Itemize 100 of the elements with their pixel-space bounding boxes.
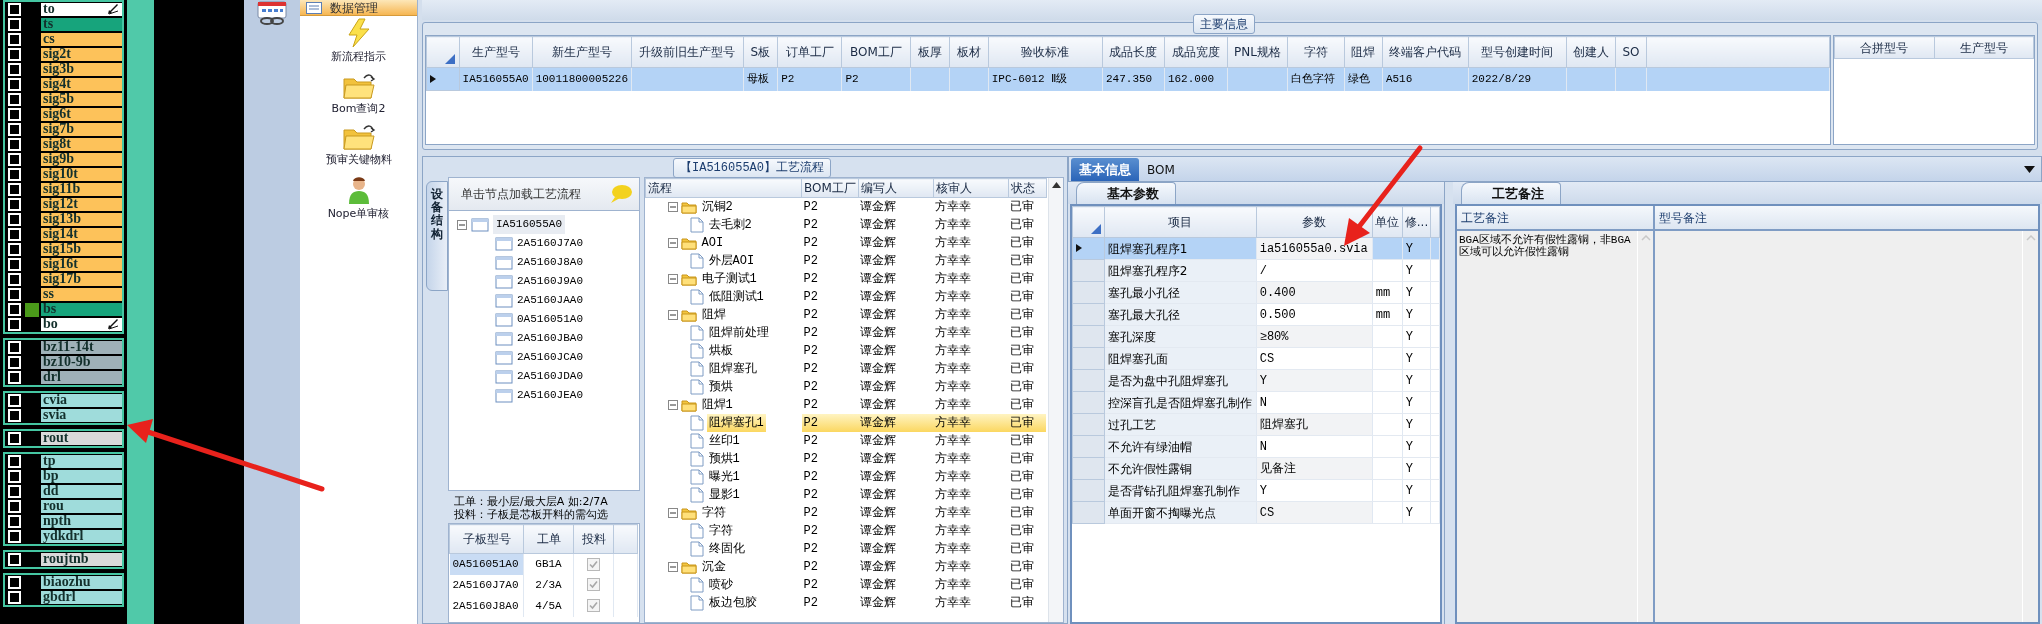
- collapse-icon[interactable]: [667, 238, 678, 248]
- tree-node[interactable]: 显影1: [706, 486, 742, 504]
- layer-checkbox[interactable]: [8, 18, 21, 31]
- tree-node[interactable]: 阻焊塞孔: [706, 360, 759, 378]
- layer-checkbox[interactable]: [8, 371, 21, 384]
- table-cell[interactable]: 是否背钻孔阻焊塞孔制作: [1104, 479, 1257, 502]
- tree-node[interactable]: 电子测试1: [699, 270, 759, 288]
- tree-node[interactable]: 预烘1: [706, 450, 742, 468]
- table-cell[interactable]: 2A5160J8A0: [449, 595, 524, 617]
- layer-name[interactable]: sig10t: [41, 167, 122, 182]
- layer-checkbox[interactable]: [8, 93, 21, 106]
- layer-name[interactable]: bo: [41, 317, 122, 332]
- layer-name[interactable]: sig11b: [41, 182, 122, 197]
- layer-name[interactable]: bp: [41, 469, 122, 484]
- collapse-icon[interactable]: [667, 562, 678, 572]
- layer-checkbox[interactable]: [8, 288, 21, 301]
- layer-checkbox[interactable]: [8, 394, 21, 407]
- layer-name[interactable]: sig9b: [41, 152, 122, 167]
- layer-checkbox[interactable]: [8, 485, 21, 498]
- table-cell[interactable]: 阻焊塞孔程序1: [1104, 237, 1257, 260]
- layer-name[interactable]: sig3b: [41, 62, 122, 77]
- tree-node[interactable]: 沉金: [699, 558, 728, 576]
- table-cell[interactable]: 塞孔最大孔径: [1104, 303, 1257, 326]
- layer-checkbox[interactable]: [8, 576, 21, 589]
- column-header[interactable]: S板: [743, 36, 778, 68]
- column-header[interactable]: 板厚: [910, 36, 950, 68]
- column-header[interactable]: 成品宽度: [1164, 36, 1228, 68]
- layer-name[interactable]: svia: [41, 408, 122, 423]
- tree-node[interactable]: 沉铜2: [699, 198, 735, 216]
- collapse-icon[interactable]: [457, 219, 467, 230]
- column-header[interactable]: 终端客户代码: [1382, 36, 1469, 68]
- tab[interactable]: 基本信息: [1071, 158, 1139, 181]
- collapse-icon[interactable]: [667, 274, 678, 284]
- layer-checkbox[interactable]: [8, 530, 21, 543]
- table-cell[interactable]: 2A5160J7A0: [449, 574, 524, 596]
- scroll-up-icon[interactable]: [1051, 182, 1061, 188]
- layer-name[interactable]: sig17b: [41, 272, 122, 287]
- layer-name[interactable]: sig16t: [41, 257, 122, 272]
- tree-node[interactable]: 2A5160JCA0: [517, 349, 583, 366]
- table-cell[interactable]: 0A516051A0: [449, 553, 524, 575]
- tree-node[interactable]: 阻焊1: [699, 396, 735, 414]
- column-header[interactable]: 升级前旧生产型号: [631, 36, 743, 68]
- layer-checkbox[interactable]: [8, 432, 21, 445]
- tab[interactable]: BOM: [1139, 158, 1183, 181]
- table-cell[interactable]: 塞孔最小孔径: [1104, 281, 1257, 304]
- column-header[interactable]: 核审人: [933, 178, 1009, 198]
- layer-name[interactable]: cs: [41, 32, 122, 47]
- layer-checkbox[interactable]: [8, 63, 21, 76]
- column-header[interactable]: 板材: [949, 36, 989, 68]
- column-header[interactable]: 阻焊: [1344, 36, 1383, 68]
- column-header[interactable]: 单位: [1372, 206, 1403, 238]
- column-header[interactable]: 项目: [1104, 206, 1257, 238]
- column-header[interactable]: 修...: [1402, 206, 1431, 238]
- layer-checkbox[interactable]: [8, 198, 21, 211]
- table-cell[interactable]: 是否为盘中孔阻焊塞孔: [1104, 369, 1257, 392]
- layer-checkbox[interactable]: [8, 553, 21, 566]
- layer-checkbox[interactable]: [8, 303, 21, 316]
- tree-node[interactable]: 去毛刺2: [706, 216, 754, 234]
- tree-node[interactable]: 终固化: [706, 540, 747, 558]
- tree-node[interactable]: 2A5160JEA0: [517, 387, 583, 404]
- layer-checkbox[interactable]: [8, 258, 21, 271]
- tree-node[interactable]: 烘板: [706, 342, 735, 360]
- tree-node[interactable]: IA516055A0: [493, 215, 565, 234]
- dropdown-icon[interactable]: [2024, 165, 2035, 173]
- layer-checkbox[interactable]: [8, 213, 21, 226]
- tree-node[interactable]: 2A5160J8A0: [517, 254, 583, 271]
- nav-item[interactable]: Bom查询2: [331, 69, 386, 121]
- layer-name[interactable]: sig5b: [41, 92, 122, 107]
- layer-name[interactable]: ss: [41, 287, 122, 302]
- layer-checkbox[interactable]: [8, 500, 21, 513]
- tree-node[interactable]: 2A5160JAA0: [517, 292, 583, 309]
- layer-checkbox[interactable]: [8, 243, 21, 256]
- layer-checkbox[interactable]: [8, 515, 21, 528]
- layer-name[interactable]: tp: [41, 454, 122, 469]
- layer-name[interactable]: sig12t: [41, 197, 122, 212]
- collapse-icon[interactable]: [667, 508, 678, 518]
- tree-node[interactable]: 外层AOI: [706, 252, 757, 270]
- layer-name[interactable]: to: [41, 2, 122, 17]
- table-cell[interactable]: 阻焊塞孔面: [1104, 347, 1257, 370]
- tree-node[interactable]: 阻焊前处理: [706, 324, 771, 342]
- side-tab[interactable]: 设备结构: [426, 181, 448, 291]
- column-header[interactable]: 型号创建时间: [1468, 36, 1567, 68]
- checkbox[interactable]: [587, 578, 600, 592]
- tree-node[interactable]: AOI: [699, 234, 726, 252]
- checkbox[interactable]: [587, 599, 600, 613]
- nav-item[interactable]: 新流程指示: [331, 16, 386, 70]
- layer-name[interactable]: dd: [41, 484, 122, 499]
- tree-node[interactable]: 板边包胶: [706, 594, 759, 612]
- layer-name[interactable]: rout: [41, 431, 122, 446]
- layer-checkbox[interactable]: [8, 123, 21, 136]
- column-header[interactable]: 合拼型号: [1834, 36, 1934, 59]
- layer-checkbox[interactable]: [8, 78, 21, 91]
- layer-checkbox[interactable]: [8, 138, 21, 151]
- column-header[interactable]: 状态: [1008, 178, 1047, 198]
- table-cell[interactable]: 控深盲孔是否阻焊塞孔制作: [1104, 391, 1257, 414]
- layer-checkbox[interactable]: [8, 33, 21, 46]
- column-header[interactable]: 验收标准: [988, 36, 1103, 68]
- tree-node[interactable]: 曝光1: [706, 468, 742, 486]
- column-header[interactable]: 工艺备注: [1457, 206, 1653, 231]
- layer-name[interactable]: bz10-9b: [41, 355, 122, 370]
